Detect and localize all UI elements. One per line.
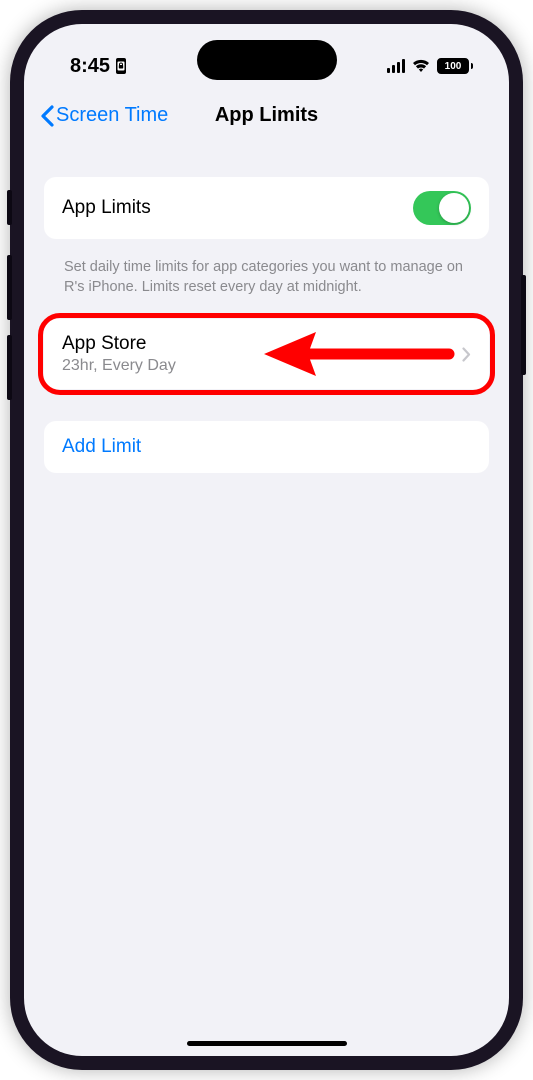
status-time: 8:45 xyxy=(70,55,127,78)
portrait-lock-icon xyxy=(115,58,127,74)
back-label: Screen Time xyxy=(56,104,168,127)
description-text: Set daily time limits for app categories… xyxy=(44,249,489,319)
add-limit-group: Add Limit xyxy=(44,421,489,473)
chevron-right-icon xyxy=(462,347,471,362)
limit-name: App Store xyxy=(62,333,454,355)
page-title: App Limits xyxy=(215,104,318,127)
toggle-label: App Limits xyxy=(62,197,151,219)
content-area: App Limits Set daily time limits for app… xyxy=(24,143,509,473)
phone-frame: 8:45 100 xyxy=(10,10,523,1070)
screen: 8:45 100 xyxy=(24,24,509,1056)
time-label: 8:45 xyxy=(70,55,110,78)
highlighted-limit-row: App Store 23hr, Every Day xyxy=(44,319,489,389)
volume-up-button xyxy=(7,255,12,320)
silent-switch xyxy=(7,190,12,225)
add-limit-row[interactable]: Add Limit xyxy=(44,421,489,473)
chevron-left-icon xyxy=(40,105,54,127)
add-limit-label: Add Limit xyxy=(62,436,141,458)
volume-down-button xyxy=(7,335,12,400)
battery-label: 100 xyxy=(445,61,462,72)
battery-icon: 100 xyxy=(437,58,473,74)
cellular-icon xyxy=(387,59,406,73)
back-button[interactable]: Screen Time xyxy=(40,104,168,127)
wifi-icon xyxy=(411,59,431,74)
home-indicator[interactable] xyxy=(187,1041,347,1046)
nav-bar: Screen Time App Limits xyxy=(24,86,509,143)
app-limits-toggle-row: App Limits xyxy=(44,177,489,239)
dynamic-island xyxy=(197,40,337,80)
toggle-group: App Limits xyxy=(44,177,489,239)
power-button xyxy=(521,275,526,375)
limit-detail: 23hr, Every Day xyxy=(62,357,454,375)
limit-row-app-store[interactable]: App Store 23hr, Every Day xyxy=(44,319,489,389)
app-limits-toggle[interactable] xyxy=(413,191,471,225)
